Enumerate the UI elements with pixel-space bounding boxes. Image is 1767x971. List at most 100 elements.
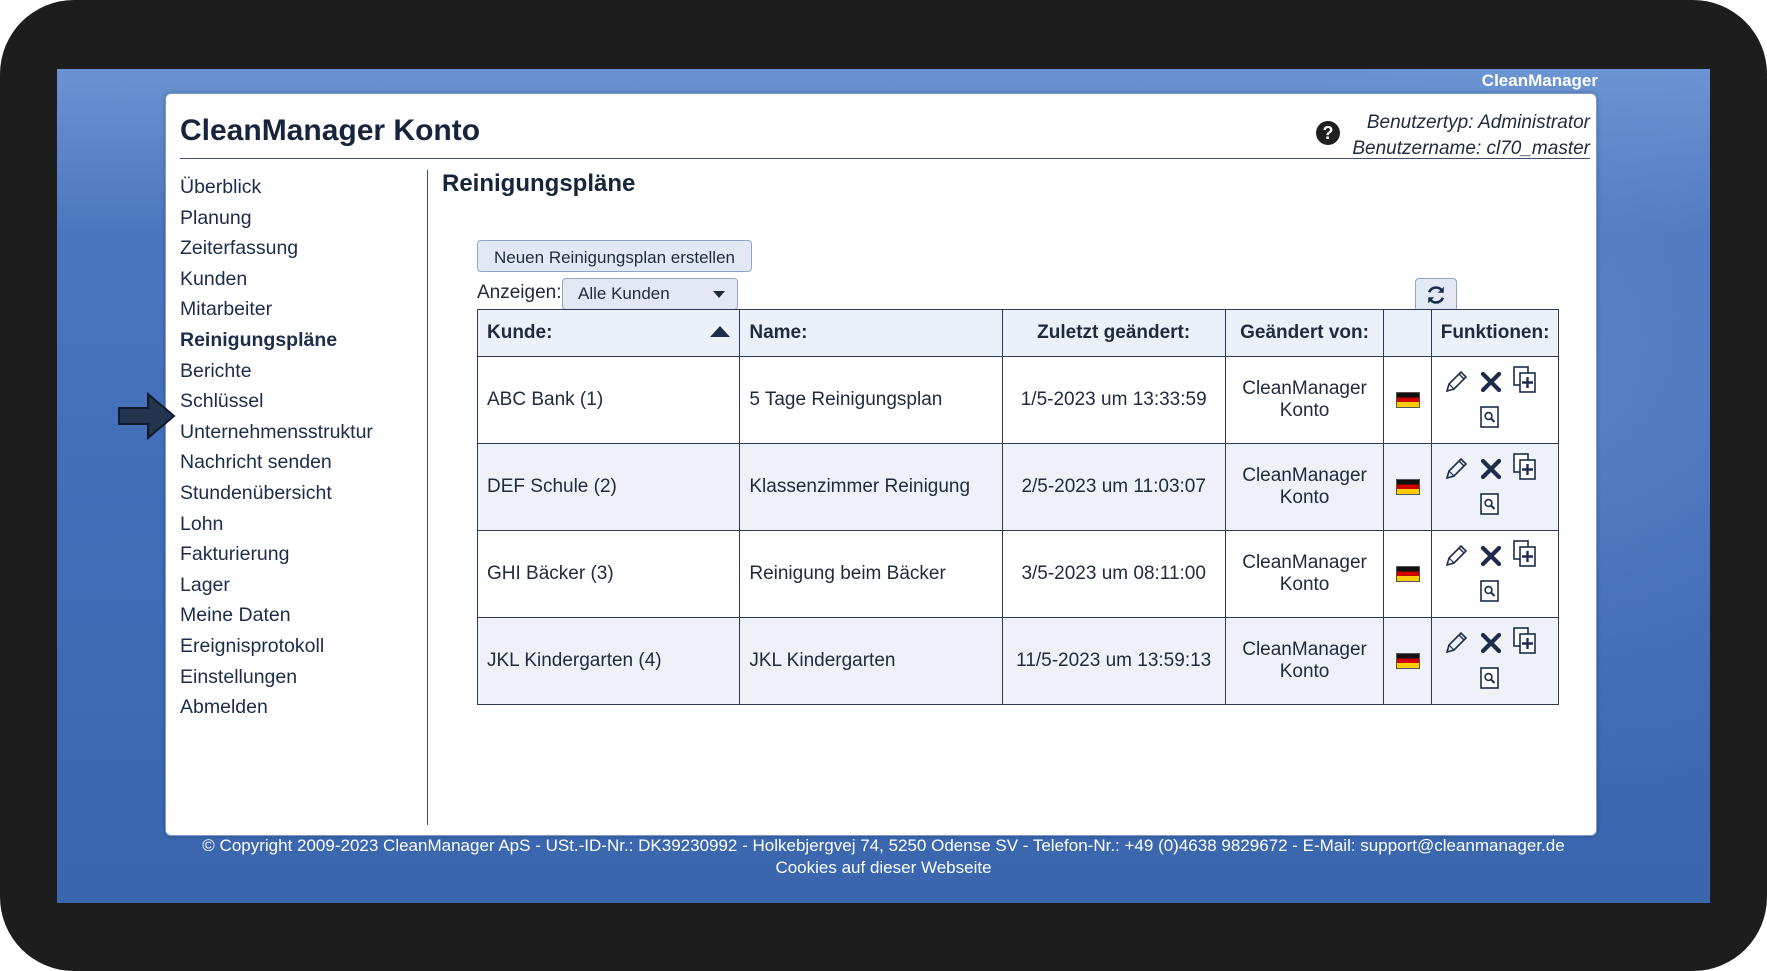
delete-x-icon[interactable] [1479, 370, 1503, 394]
edit-pencil-icon[interactable] [1443, 456, 1469, 482]
column-header-name[interactable]: Name: [739, 309, 1003, 357]
preview-magnifier-icon[interactable] [1479, 579, 1501, 603]
sidebar-divider [427, 170, 428, 825]
refresh-button[interactable] [1415, 278, 1457, 312]
column-header-modified[interactable]: Zuletzt geändert: [1001, 309, 1226, 357]
section-title: Reinigungspläne [442, 170, 636, 197]
question-circle-icon[interactable]: ? [1316, 121, 1340, 145]
filter-label: Anzeigen: [477, 282, 562, 303]
copy-plus-icon[interactable] [1511, 626, 1539, 656]
sidebar-item-fakturierung[interactable]: Fakturierung [180, 539, 373, 570]
edit-pencil-icon[interactable] [1443, 543, 1469, 569]
table-row: ABC Bank (1) 5 Tage Reinigungsplan 1/5-2… [476, 356, 1560, 444]
cell-language [1383, 617, 1432, 705]
footer-cookies-link[interactable]: Cookies auf dieser Webseite [57, 858, 1710, 878]
copy-plus-icon[interactable] [1511, 452, 1539, 482]
cell-modified-by: CleanManager Konto [1224, 356, 1385, 444]
german-flag-icon [1395, 652, 1420, 669]
german-flag-icon [1395, 391, 1420, 408]
modified-by-line-2: Konto [1279, 487, 1330, 508]
sidebar-item-lager[interactable]: Lager [180, 570, 373, 601]
header-divider [180, 158, 1590, 159]
cell-customer[interactable]: ABC Bank (1) [476, 356, 741, 444]
cell-functions [1430, 530, 1560, 618]
cell-modified-by: CleanManager Konto [1224, 617, 1385, 705]
cell-customer[interactable]: DEF Schule (2) [476, 443, 741, 531]
preview-magnifier-icon[interactable] [1479, 666, 1501, 690]
german-flag-icon [1395, 565, 1420, 582]
sidebar-item-ueberblick[interactable]: Überblick [180, 172, 373, 203]
sidebar-item-zeiterfassung[interactable]: Zeiterfassung [180, 233, 373, 264]
copy-plus-icon[interactable] [1511, 365, 1539, 395]
cell-functions [1430, 356, 1560, 444]
sidebar-item-unternehmensstruktur[interactable]: Unternehmensstruktur [180, 417, 373, 448]
user-type: Benutzertyp: Administrator [1366, 112, 1590, 133]
preview-magnifier-icon[interactable] [1479, 492, 1501, 516]
cleaning-plans-table: Kunde: Name: Zuletzt geändert: Geändert … [476, 309, 1560, 705]
account-panel: CleanManager Konto ? Benutzertyp: Admini… [118, 93, 1597, 836]
cell-customer[interactable]: GHI Bäcker (3) [476, 530, 741, 618]
cell-modified-by: CleanManager Konto [1224, 530, 1385, 618]
column-header-functions: Funktionen: [1430, 309, 1560, 357]
cell-modified: 2/5-2023 um 11:03:07 [1001, 443, 1226, 531]
cell-name[interactable]: 5 Tage Reinigungsplan [739, 356, 1003, 444]
modified-by-line-2: Konto [1279, 400, 1330, 421]
sidebar-item-berichte[interactable]: Berichte [180, 356, 373, 387]
column-header-language [1383, 309, 1432, 357]
modified-by-line-1: CleanManager [1242, 639, 1367, 660]
footer-copyright: © Copyright 2009-2023 CleanManager ApS -… [202, 836, 1565, 855]
sidebar-item-kunden[interactable]: Kunden [180, 264, 373, 295]
cell-functions [1430, 617, 1560, 705]
cell-modified-by: CleanManager Konto [1224, 443, 1385, 531]
cell-functions [1430, 443, 1560, 531]
sidebar-item-planung[interactable]: Planung [180, 203, 373, 234]
edit-pencil-icon[interactable] [1443, 369, 1469, 395]
delete-x-icon[interactable] [1479, 457, 1503, 481]
cell-language [1383, 356, 1432, 444]
sidebar-item-abmelden[interactable]: Abmelden [180, 692, 373, 723]
edit-pencil-icon[interactable] [1443, 630, 1469, 656]
cell-name[interactable]: Klassenzimmer Reinigung [739, 443, 1003, 531]
cell-customer[interactable]: JKL Kindergarten (4) [476, 617, 741, 705]
cell-name[interactable]: JKL Kindergarten [739, 617, 1003, 705]
sidebar-item-einstellungen[interactable]: Einstellungen [180, 662, 373, 693]
table-header-row: Kunde: Name: Zuletzt geändert: Geändert … [476, 309, 1560, 357]
cell-modified: 11/5-2023 um 13:59:13 [1001, 617, 1226, 705]
sidebar-item-mitarbeiter[interactable]: Mitarbeiter [180, 294, 373, 325]
copy-plus-icon[interactable] [1511, 539, 1539, 569]
modified-by-line-1: CleanManager [1242, 552, 1367, 573]
cell-name[interactable]: Reinigung beim Bäcker [739, 530, 1003, 618]
customer-filter-value: Alle Kunden [578, 284, 670, 303]
sidebar-item-ereignisprotokoll[interactable]: Ereignisprotokoll [180, 631, 373, 662]
arrow-right-icon [118, 391, 176, 441]
browser-screen: CleanManager CleanManager Konto ? Benutz… [57, 69, 1710, 903]
chevron-down-icon [713, 291, 725, 298]
column-header-modified-by[interactable]: Geändert von: [1224, 309, 1385, 357]
column-header-customer[interactable]: Kunde: [476, 309, 741, 357]
table-row: DEF Schule (2) Klassenzimmer Reinigung 2… [476, 443, 1560, 531]
sidebar-item-nachricht-senden[interactable]: Nachricht senden [180, 447, 373, 478]
sidebar-item-schluessel[interactable]: Schlüssel [180, 386, 373, 417]
delete-x-icon[interactable] [1479, 631, 1503, 655]
modified-by-line-1: CleanManager [1242, 465, 1367, 486]
cell-language [1383, 530, 1432, 618]
sidebar-item-meine-daten[interactable]: Meine Daten [180, 600, 373, 631]
customer-filter-select[interactable]: Alle Kunden [562, 278, 738, 310]
sidebar-nav: Überblick Planung Zeiterfassung Kunden M… [118, 172, 373, 723]
sidebar-item-stundenuebersicht[interactable]: Stundenübersicht [180, 478, 373, 509]
table-row: GHI Bäcker (3) Reinigung beim Bäcker 3/5… [476, 530, 1560, 618]
cell-language [1383, 443, 1432, 531]
modified-by-line-2: Konto [1279, 661, 1330, 682]
user-info: Benutzertyp: Administrator Benutzername:… [1352, 110, 1590, 162]
delete-x-icon[interactable] [1479, 544, 1503, 568]
sidebar-item-reinigungsplaene[interactable]: Reinigungspläne [180, 325, 373, 356]
column-header-customer-label: Kunde: [487, 322, 553, 343]
table-row: JKL Kindergarten (4) JKL Kindergarten 11… [476, 617, 1560, 705]
sort-ascending-icon[interactable] [710, 326, 731, 337]
sidebar-item-lohn[interactable]: Lohn [180, 509, 373, 540]
german-flag-icon [1395, 478, 1420, 495]
preview-magnifier-icon[interactable] [1479, 405, 1501, 429]
modified-by-line-2: Konto [1279, 574, 1330, 595]
new-cleaning-plan-button[interactable]: Neuen Reinigungsplan erstellen [477, 240, 752, 272]
refresh-icon [1427, 286, 1445, 304]
